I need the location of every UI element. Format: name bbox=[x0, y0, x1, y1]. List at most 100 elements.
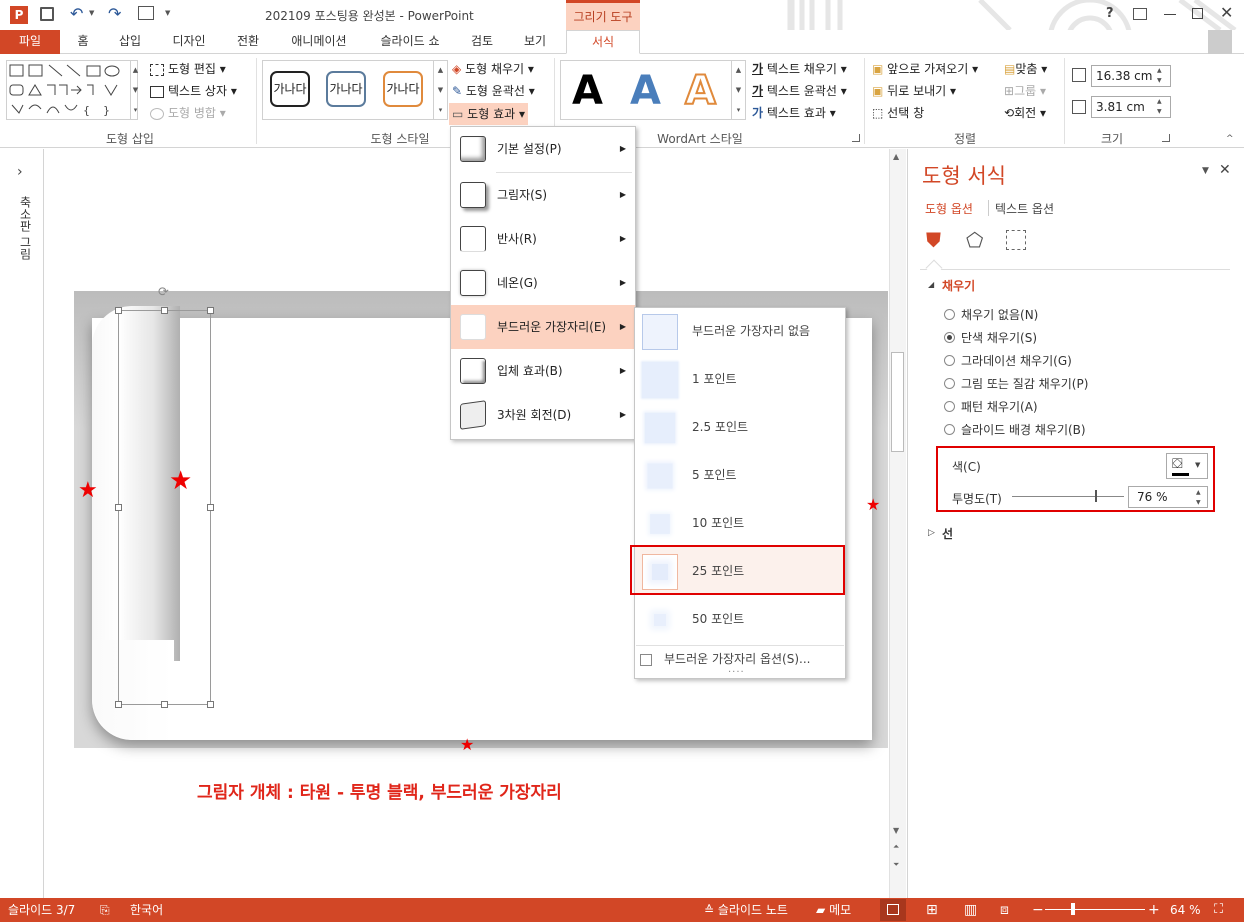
shape-fill-button[interactable]: ◈ 도형 채우기 ▾ bbox=[452, 60, 534, 78]
tab-insert[interactable]: 삽입 bbox=[112, 30, 148, 54]
wordart-style-2[interactable]: A bbox=[630, 66, 661, 116]
undo-icon[interactable]: ↶ bbox=[70, 4, 83, 23]
help-icon[interactable]: ? bbox=[1106, 6, 1114, 21]
shapes-gallery[interactable]: {} bbox=[6, 60, 138, 120]
tab-review[interactable]: 검토 bbox=[464, 30, 500, 54]
customize-qat-icon[interactable]: ▼ bbox=[165, 9, 170, 17]
expand-thumbnails-icon[interactable]: › bbox=[17, 164, 23, 180]
zoom-out-icon[interactable]: − bbox=[1032, 898, 1044, 922]
language-indicator[interactable]: 한국어 bbox=[130, 898, 163, 922]
previous-slide-icon[interactable]: ⏶ bbox=[893, 842, 899, 852]
zoom-level[interactable]: 64 % bbox=[1170, 898, 1201, 922]
soft-edge-10pt[interactable]: 10 포인트 bbox=[635, 499, 845, 547]
fill-section-toggle-icon[interactable]: ◢ bbox=[928, 280, 934, 289]
tab-transitions[interactable]: 전환 bbox=[228, 30, 268, 54]
resize-handle[interactable] bbox=[207, 307, 214, 314]
tab-view[interactable]: 보기 bbox=[516, 30, 554, 54]
wordart-dialog-launcher-icon[interactable] bbox=[852, 134, 860, 142]
resize-handle[interactable] bbox=[161, 701, 168, 708]
effects-pentagon-icon[interactable]: ⬠ bbox=[966, 228, 983, 252]
selection-pane-button[interactable]: ⬚ 선택 창 bbox=[872, 104, 924, 122]
merge-shapes-button[interactable]: 도형 병합 ▾ bbox=[150, 104, 226, 122]
soft-edge-options[interactable]: 부드러운 가장자리 옵션(S)... bbox=[640, 650, 810, 667]
group-button[interactable]: ⊞그룹 ▾ bbox=[1004, 82, 1046, 100]
menu-item-soft-edges[interactable]: 부드러운 가장자리(E) ▶ bbox=[451, 305, 635, 349]
scroll-up-icon[interactable]: ▲ bbox=[893, 152, 899, 161]
menu-item-glow[interactable]: 네온(G) ▶ bbox=[451, 261, 635, 305]
pane-options-icon[interactable]: ▼ bbox=[1202, 166, 1209, 176]
resize-handle[interactable] bbox=[207, 701, 214, 708]
soft-edge-2-5pt[interactable]: 2.5 포인트 bbox=[635, 403, 845, 451]
radio-solid-fill[interactable]: 단색 채우기(S) bbox=[944, 329, 1037, 346]
next-slide-icon[interactable]: ⏷ bbox=[893, 860, 899, 870]
spelling-icon[interactable]: ⎘ bbox=[100, 898, 110, 922]
start-slideshow-icon[interactable] bbox=[138, 6, 154, 20]
line-section-header[interactable]: 선 bbox=[942, 525, 953, 542]
shape-effects-button[interactable]: ▭ 도형 효과 ▾ bbox=[449, 103, 528, 125]
tab-file[interactable]: 파일 bbox=[0, 30, 60, 54]
tab-shape-options[interactable]: 도형 옵션 bbox=[925, 200, 973, 217]
resize-handle[interactable] bbox=[207, 504, 214, 511]
shape-style-3[interactable]: 가나다 bbox=[383, 71, 423, 107]
minimize-icon[interactable] bbox=[1164, 14, 1176, 15]
menu-item-preset[interactable]: 기본 설정(P) ▶ bbox=[451, 127, 635, 171]
zoom-slider-thumb[interactable] bbox=[1071, 903, 1075, 915]
height-spinner[interactable]: ▲ ▼ bbox=[1157, 66, 1162, 86]
menu-item-shadow[interactable]: 그림자(S) ▶ bbox=[451, 173, 635, 217]
soft-edge-50pt[interactable]: 50 포인트 bbox=[635, 595, 845, 643]
resize-handle[interactable] bbox=[161, 307, 168, 314]
wordart-scroll[interactable]: ▲ ▼ ▾ bbox=[731, 60, 745, 120]
normal-view-icon[interactable] bbox=[880, 899, 906, 921]
vertical-scrollbar[interactable] bbox=[889, 149, 906, 898]
pane-close-icon[interactable]: ✕ bbox=[1219, 162, 1231, 178]
selected-shadow-shape[interactable] bbox=[118, 310, 211, 705]
radio-gradient-fill[interactable]: 그라데이션 채우기(G) bbox=[944, 352, 1072, 369]
radio-pattern-fill[interactable]: 패턴 채우기(A) bbox=[944, 398, 1038, 415]
radio-no-fill[interactable]: 채우기 없음(N) bbox=[944, 306, 1038, 323]
shape-style-1[interactable]: 가나다 bbox=[270, 71, 310, 107]
scroll-thumb[interactable] bbox=[891, 352, 904, 452]
soft-edge-1pt[interactable]: 1 포인트 bbox=[635, 355, 845, 403]
send-backward-button[interactable]: ▣ 뒤로 보내기 ▾ bbox=[872, 82, 956, 100]
wordart-style-1[interactable]: A bbox=[572, 66, 603, 116]
notes-button[interactable]: ≙ 슬라이드 노트 bbox=[704, 898, 788, 922]
fill-line-icon[interactable]: ⛊ bbox=[926, 228, 941, 252]
tab-home[interactable]: 홈 bbox=[68, 30, 98, 54]
size-properties-icon[interactable] bbox=[1006, 230, 1026, 250]
zoom-slider[interactable] bbox=[1045, 909, 1145, 910]
restore-icon[interactable] bbox=[1192, 8, 1203, 19]
shapes-scroll[interactable]: ▲ ▼ ▾ bbox=[130, 60, 140, 120]
scroll-down-icon[interactable]: ▼ bbox=[893, 826, 899, 835]
size-dialog-launcher-icon[interactable] bbox=[1162, 134, 1170, 142]
text-fill-button[interactable]: 가 텍스트 채우기 ▾ bbox=[752, 60, 847, 78]
radio-background-fill[interactable]: 슬라이드 배경 채우기(B) bbox=[944, 421, 1086, 438]
menu-item-3d-rotation[interactable]: 3차원 회전(D) ▶ bbox=[451, 393, 635, 437]
redo-icon[interactable]: ↷ bbox=[108, 4, 121, 23]
edit-shape-button[interactable]: 도형 편집 ▾ bbox=[150, 60, 226, 78]
soft-edge-none[interactable]: 부드러운 가장자리 없음 bbox=[635, 307, 845, 355]
rotate-button[interactable]: ⟲회전 ▾ bbox=[1004, 104, 1046, 122]
collapse-ribbon-icon[interactable]: ^ bbox=[1226, 134, 1234, 144]
tab-design[interactable]: 디자인 bbox=[164, 30, 214, 54]
line-section-toggle-icon[interactable]: ▷ bbox=[928, 528, 935, 538]
fit-to-window-icon[interactable]: ⛶ bbox=[1214, 898, 1223, 922]
resize-handle[interactable] bbox=[115, 701, 122, 708]
wordart-style-3[interactable]: A bbox=[684, 66, 717, 116]
text-effects-button[interactable]: 가 텍스트 효과 ▾ bbox=[752, 104, 836, 122]
slide-sorter-icon[interactable]: ⊞ bbox=[926, 898, 938, 922]
bring-forward-button[interactable]: ▣ 앞으로 가져오기 ▾ bbox=[872, 60, 978, 78]
fill-section-header[interactable]: 채우기 bbox=[942, 277, 975, 294]
text-box-button[interactable]: 텍스트 상자 ▾ bbox=[150, 82, 237, 100]
resize-handle[interactable] bbox=[115, 504, 122, 511]
soft-edge-5pt[interactable]: 5 포인트 bbox=[635, 451, 845, 499]
ribbon-display-icon[interactable] bbox=[1133, 8, 1147, 20]
tab-format[interactable]: 서식 bbox=[566, 30, 640, 54]
shape-style-2[interactable]: 가나다 bbox=[326, 71, 366, 107]
align-button[interactable]: ▤맞춤 ▾ bbox=[1004, 60, 1047, 78]
menu-item-reflection[interactable]: 반사(R) ▶ bbox=[451, 217, 635, 261]
text-outline-button[interactable]: 가 텍스트 윤곽선 ▾ bbox=[752, 82, 847, 100]
radio-picture-fill[interactable]: 그림 또는 질감 채우기(P) bbox=[944, 375, 1088, 392]
save-icon[interactable] bbox=[40, 7, 54, 21]
slideshow-view-icon[interactable]: ⧈ bbox=[1000, 898, 1009, 922]
close-icon[interactable]: ✕ bbox=[1220, 3, 1233, 22]
